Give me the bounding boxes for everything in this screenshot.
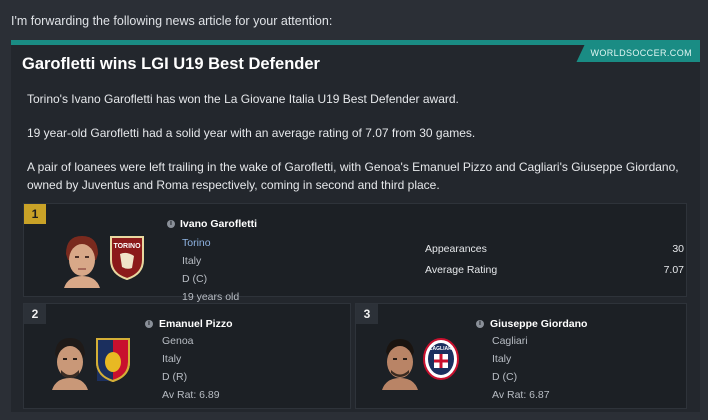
player-nation: Italy [162, 353, 182, 365]
player-name[interactable]: Emanuel Pizzo [159, 318, 233, 330]
player-name[interactable]: Giuseppe Giordano [490, 318, 587, 330]
forward-intro-text: I'm forwarding the following news articl… [11, 14, 333, 28]
rank-badge: 3 [356, 304, 378, 324]
torino-crest-icon[interactable]: TORINO [108, 234, 146, 280]
stat-label: Average Rating [425, 264, 498, 276]
player-club[interactable]: Genoa [162, 335, 194, 347]
player-face-garofletti[interactable] [60, 232, 104, 288]
info-icon[interactable]: i [145, 320, 153, 328]
player-avg-rating: Av Rat: 6.87 [492, 389, 550, 401]
player-position: D (R) [162, 371, 188, 383]
crest-text: TORINO [113, 243, 141, 250]
news-article: WORLDSOCCER.COM Garofletti wins LGI U19 … [11, 40, 700, 412]
rank-badge: 2 [24, 304, 46, 324]
info-icon[interactable]: i [476, 320, 484, 328]
player-club[interactable]: Cagliari [492, 335, 528, 347]
player-age: 19 years old [182, 291, 240, 303]
third-place-panel: 3 CAGLIARI i Giuseppe Giordano Cagliari … [355, 303, 687, 409]
source-tag[interactable]: WORLDSOCCER.COM [576, 45, 700, 62]
player-name[interactable]: Ivano Garofletti [180, 218, 257, 230]
player-face-giordano[interactable] [378, 334, 422, 390]
article-paragraph: Torino's Ivano Garofletti has won the La… [27, 92, 459, 106]
player-position: D (C) [182, 273, 208, 285]
crest-text: CAGLIARI [429, 346, 454, 352]
player-club[interactable]: Torino [182, 237, 211, 249]
article-headline: Garofletti wins LGI U19 Best Defender [22, 55, 320, 73]
cagliari-crest-icon[interactable]: CAGLIARI [422, 336, 460, 382]
stat-value: 30 [672, 243, 684, 255]
genoa-crest-icon[interactable] [94, 336, 132, 382]
player-position: D (C) [492, 371, 518, 383]
runner-up-panel: 2 i Emanuel Pizzo Genoa Italy D (R) Av R… [23, 303, 351, 409]
winner-panel: 1 TORINO i Ivano Garofletti Torino Italy… [23, 203, 687, 303]
player-nation: Italy [182, 255, 202, 267]
article-paragraph: A pair of loanees were left trailing in … [27, 160, 679, 192]
rank-badge: 1 [24, 204, 46, 224]
stat-value: 7.07 [663, 264, 684, 276]
player-avg-rating: Av Rat: 6.89 [162, 389, 220, 401]
stat-label: Appearances [425, 243, 487, 255]
player-face-pizzo[interactable] [48, 334, 92, 390]
player-nation: Italy [492, 353, 512, 365]
article-paragraph: 19 year-old Garofletti had a solid year … [27, 126, 476, 140]
info-icon[interactable]: i [167, 220, 175, 228]
